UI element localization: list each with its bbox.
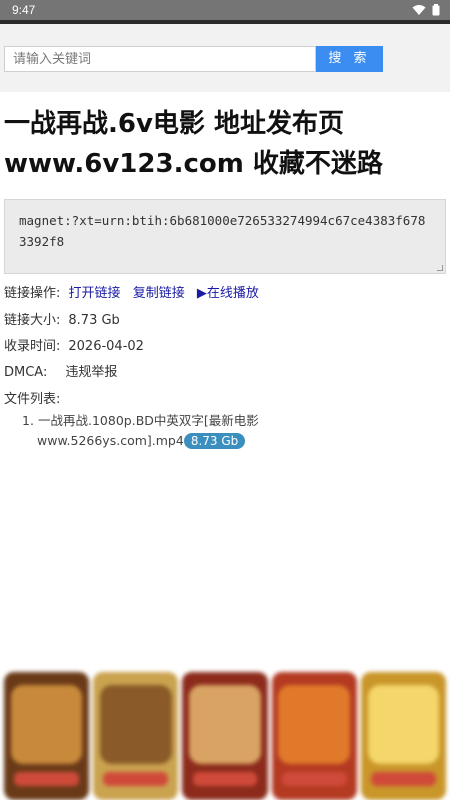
open-link-button[interactable]: 打开链接 bbox=[69, 286, 121, 301]
dmca-row: DMCA: 违规举报 bbox=[4, 361, 117, 380]
ad-thumbnail[interactable] bbox=[93, 672, 179, 800]
ad-thumbnail[interactable] bbox=[360, 672, 447, 800]
ad-thumbnail[interactable] bbox=[182, 672, 268, 800]
search-bar: 搜 索 bbox=[0, 24, 450, 92]
file-list-label: 文件列表: bbox=[4, 392, 61, 407]
play-online-button[interactable]: ▶在线播放 bbox=[197, 286, 259, 301]
search-input[interactable] bbox=[4, 46, 316, 72]
link-size-value: 8.73 Gb bbox=[68, 313, 120, 328]
status-icons bbox=[412, 4, 440, 16]
status-bar: 9:47 bbox=[0, 0, 450, 20]
ad-thumbnail[interactable] bbox=[271, 672, 357, 800]
status-time: 9:47 bbox=[12, 3, 36, 17]
page-title-line1: 一战再战.6v电影 地址发布页 bbox=[4, 109, 344, 139]
file-index: 1. bbox=[22, 413, 34, 428]
magnet-link-textarea[interactable]: magnet:?xt=urn:btih:6b681000e72653327499… bbox=[4, 199, 446, 274]
page-title: 一战再战.6v电影 地址发布页 www.6v123.com 收藏不迷路 bbox=[4, 104, 444, 184]
link-actions-row: 链接操作: 打开链接 复制链接 ▶在线播放 bbox=[4, 282, 259, 301]
link-size-label: 链接大小: bbox=[4, 313, 61, 328]
resize-handle-icon[interactable] bbox=[437, 265, 443, 271]
magnet-link-text: magnet:?xt=urn:btih:6b681000e72653327499… bbox=[19, 213, 426, 249]
list-item: 1. 一战再战.1080p.BD中英双字[最新电影 www.5266ys.com]… bbox=[22, 411, 282, 451]
copy-link-button[interactable]: 复制链接 bbox=[133, 286, 185, 301]
search-button[interactable]: 搜 索 bbox=[316, 46, 383, 72]
wifi-icon bbox=[412, 5, 426, 15]
ad-thumbnail[interactable] bbox=[4, 672, 90, 800]
dmca-label: DMCA: bbox=[4, 365, 48, 380]
file-name-line1: 一战再战.1080p.BD中英双字[最新电影 bbox=[38, 413, 259, 428]
file-size-badge: 8.73 Gb bbox=[183, 433, 246, 449]
battery-icon bbox=[432, 4, 440, 16]
link-size-row: 链接大小: 8.73 Gb bbox=[4, 309, 120, 328]
record-time-row: 收录时间: 2026-04-02 bbox=[4, 335, 144, 354]
page-title-line2: www.6v123.com 收藏不迷路 bbox=[4, 149, 383, 179]
report-link[interactable]: 违规举报 bbox=[65, 365, 117, 380]
record-time-label: 收录时间: bbox=[4, 339, 61, 354]
record-time-value: 2026-04-02 bbox=[68, 339, 144, 354]
link-actions-label: 链接操作: bbox=[4, 286, 61, 301]
ad-banner[interactable] bbox=[0, 672, 450, 800]
file-name-line2: www.5266ys.com].mp4 bbox=[37, 433, 184, 448]
